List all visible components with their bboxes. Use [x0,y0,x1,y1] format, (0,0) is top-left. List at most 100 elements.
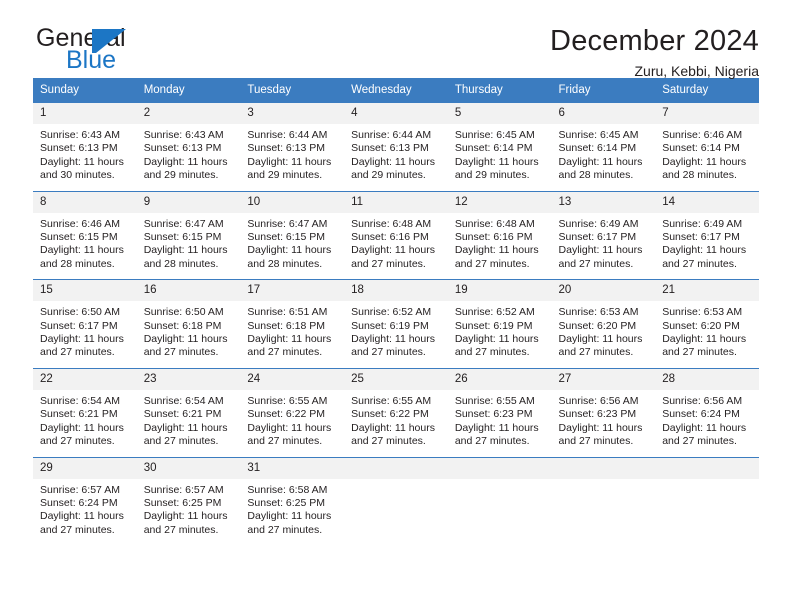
calendar-day-cell[interactable]: 18 Sunrise: 6:52 AM Sunset: 6:19 PM Dayligh… [344,279,448,369]
day-number: 25 [344,368,448,390]
sunrise-text: Sunrise: 6:52 AM [351,306,432,319]
day-details: Sunrise: 6:44 AM Sunset: 6:13 PM Daylight:… [344,124,448,191]
day-details: Sunrise: 6:45 AM Sunset: 6:14 PM Daylight:… [552,124,656,191]
calendar-day-cell[interactable]: 25 Sunrise: 6:55 AM Sunset: 6:22 PM Dayligh… [344,367,448,457]
daylight-text: Daylight: 11 hours and 27 minutes. [143,510,228,536]
day-number: 4 [344,103,448,124]
day-number: 27 [551,368,656,390]
day-details: Sunrise: 6:54 AM Sunset: 6:21 PM Daylight:… [33,390,137,457]
sunrise-text: Sunrise: 6:53 AM [662,306,743,319]
calendar-day-cell[interactable]: 27 Sunrise: 6:56 AM Sunset: 6:23 PM Dayligh… [551,367,656,457]
calendar-day-cell[interactable]: 30 Sunrise: 6:57 AM Sunset: 6:25 PM Dayligh… [136,456,241,546]
day-details: Sunrise: 6:48 AM Sunset: 6:16 PM Daylight:… [448,213,552,280]
sunrise-text: Sunrise: 6:48 AM [454,217,535,230]
calendar-day-cell[interactable]: 6 Sunrise: 6:45 AM Sunset: 6:14 PM Daylight… [551,102,656,192]
sunrise-text: Sunrise: 6:44 AM [351,129,432,141]
day-number: 21 [655,280,759,302]
calendar-week-row: 8 Sunrise: 6:46 AM Sunset: 6:15 PM Daylight… [33,190,759,280]
calendar-day-cell[interactable]: 5 Sunrise: 6:45 AM Sunset: 6:14 PM Daylight… [447,102,552,192]
day-number: 12 [447,191,552,213]
sunrise-text: Sunrise: 6:55 AM [247,394,328,407]
calendar-day-cell[interactable]: 29 Sunrise: 6:57 AM Sunset: 6:24 PM Dayligh… [33,456,137,546]
day-details: Sunrise: 6:57 AM Sunset: 6:25 PM Daylight:… [137,479,241,546]
daylight-text: Daylight: 11 hours and 27 minutes. [558,421,643,448]
calendar-day-cell[interactable]: 13 Sunrise: 6:49 AM Sunset: 6:17 PM Dayligh… [551,190,656,280]
sunrise-text: Sunrise: 6:49 AM [558,217,639,230]
sunrise-text: Sunrise: 6:46 AM [662,129,743,141]
daylight-text: Daylight: 11 hours and 27 minutes. [558,333,643,359]
day-details: Sunrise: 6:48 AM Sunset: 6:16 PM Daylight:… [344,213,448,280]
calendar-day-cell[interactable]: 28 Sunrise: 6:56 AM Sunset: 6:24 PM Dayligh… [655,367,759,457]
day-number: 8 [33,191,137,213]
calendar-day-cell[interactable]: 14 Sunrise: 6:49 AM Sunset: 6:17 PM Dayligh… [655,190,759,280]
sunrise-text: Sunrise: 6:51 AM [247,306,328,319]
calendar-day-cell[interactable]: 31 Sunrise: 6:58 AM Sunset: 6:25 PM Dayligh… [240,456,345,546]
calendar-day-cell[interactable]: 26 Sunrise: 6:55 AM Sunset: 6:23 PM Dayligh… [447,367,552,457]
calendar-page: General Blue December 2024 Zuru, Kebbi, … [0,0,792,612]
sunrise-text: Sunrise: 6:48 AM [351,217,432,230]
day-details: Sunrise: 6:47 AM Sunset: 6:15 PM Daylight:… [137,213,241,280]
calendar-day-cell[interactable]: 1 Sunrise: 6:43 AM Sunset: 6:13 PM Daylight… [33,102,137,192]
page-subtitle: Zuru, Kebbi, Nigeria [634,63,759,79]
sunrise-text: Sunrise: 6:58 AM [247,483,328,496]
calendar-day-cell[interactable]: 10 Sunrise: 6:47 AM Sunset: 6:15 PM Dayligh… [240,190,345,280]
daylight-text: Daylight: 11 hours and 27 minutes. [40,421,124,448]
day-number: 24 [240,368,345,390]
sunset-text: Sunset: 6:18 PM [143,319,222,332]
calendar-day-cell[interactable]: 15 Sunrise: 6:50 AM Sunset: 6:17 PM Dayligh… [33,279,137,369]
calendar-day-cell[interactable]: 11 Sunrise: 6:48 AM Sunset: 6:16 PM Dayligh… [344,190,448,280]
sunset-text: Sunset: 6:15 PM [40,231,118,244]
daylight-text: Daylight: 11 hours and 27 minutes. [662,333,747,359]
calendar-day-cell[interactable]: 9 Sunrise: 6:47 AM Sunset: 6:15 PM Daylight… [136,190,241,280]
daylight-text: Daylight: 11 hours and 27 minutes. [351,244,435,270]
weekday-header-thursday: Thursday [447,78,552,103]
sunset-text: Sunset: 6:14 PM [558,142,637,155]
day-details: Sunrise: 6:56 AM Sunset: 6:24 PM Daylight:… [655,390,759,457]
day-number: 19 [447,280,552,302]
calendar-day-cell[interactable]: 23 Sunrise: 6:54 AM Sunset: 6:21 PM Dayligh… [136,367,241,457]
day-details: Sunrise: 6:57 AM Sunset: 6:24 PM Daylight:… [33,479,137,546]
day-number: 5 [447,103,552,124]
calendar-day-cell[interactable]: 2 Sunrise: 6:43 AM Sunset: 6:13 PM Daylight… [136,102,241,192]
sunrise-text: Sunrise: 6:54 AM [40,394,120,407]
calendar-day-cell[interactable]: 20 Sunrise: 6:53 AM Sunset: 6:20 PM Dayligh… [551,279,656,369]
calendar-day-cell[interactable]: 24 Sunrise: 6:55 AM Sunset: 6:22 PM Dayligh… [240,367,345,457]
sunset-text: Sunset: 6:17 PM [558,231,637,244]
sunset-text: Sunset: 6:15 PM [247,231,326,244]
calendar-day-cell[interactable]: 7 Sunrise: 6:46 AM Sunset: 6:14 PM Daylight… [655,102,759,192]
calendar-day-cell[interactable]: 22 Sunrise: 6:54 AM Sunset: 6:21 PM Dayligh… [33,367,137,457]
calendar-day-cell[interactable]: 19 Sunrise: 6:52 AM Sunset: 6:19 PM Dayligh… [447,279,552,369]
daylight-text: Daylight: 11 hours and 27 minutes. [40,510,124,536]
sunrise-text: Sunrise: 6:50 AM [143,306,224,319]
logo-text-blue: Blue [66,46,117,74]
calendar-cell-empty [551,456,656,546]
day-number: 31 [240,457,345,479]
calendar-day-cell[interactable]: 8 Sunrise: 6:46 AM Sunset: 6:15 PM Daylight… [33,190,137,280]
calendar-day-cell[interactable]: 16 Sunrise: 6:50 AM Sunset: 6:18 PM Dayligh… [136,279,241,369]
day-number: 16 [136,280,241,302]
day-number: 26 [447,368,552,390]
day-number: 28 [655,368,759,390]
calendar-day-cell[interactable]: 12 Sunrise: 6:48 AM Sunset: 6:16 PM Dayligh… [447,190,552,280]
daylight-text: Daylight: 11 hours and 29 minutes. [143,155,228,182]
day-details: Sunrise: 6:55 AM Sunset: 6:22 PM Daylight:… [240,390,344,457]
sunrise-text: Sunrise: 6:56 AM [662,394,743,407]
day-details: Sunrise: 6:46 AM Sunset: 6:15 PM Daylight:… [33,213,137,280]
calendar-day-cell[interactable]: 3 Sunrise: 6:44 AM Sunset: 6:13 PM Daylight… [240,102,345,192]
daylight-text: Daylight: 11 hours and 27 minutes. [143,333,228,359]
calendar-day-cell[interactable]: 21 Sunrise: 6:53 AM Sunset: 6:20 PM Dayligh… [655,279,759,369]
sunset-text: Sunset: 6:24 PM [40,496,118,509]
day-number: 29 [33,457,137,479]
calendar-day-cell[interactable]: 4 Sunrise: 6:44 AM Sunset: 6:13 PM Daylight… [344,102,448,192]
sunset-text: Sunset: 6:23 PM [558,408,637,421]
calendar-day-cell[interactable]: 17 Sunrise: 6:51 AM Sunset: 6:18 PM Dayligh… [240,279,345,369]
sunset-text: Sunset: 6:16 PM [351,231,429,244]
daylight-text: Daylight: 11 hours and 29 minutes. [247,155,332,182]
daylight-text: Daylight: 11 hours and 27 minutes. [351,333,435,359]
sunrise-text: Sunrise: 6:50 AM [40,306,120,319]
general-blue-logo[interactable]: General Blue [33,24,216,76]
sunset-text: Sunset: 6:19 PM [351,319,429,332]
daylight-text: Daylight: 11 hours and 27 minutes. [454,333,539,359]
calendar-cell-empty [655,456,759,546]
day-details: Sunrise: 6:50 AM Sunset: 6:17 PM Daylight:… [33,301,137,368]
